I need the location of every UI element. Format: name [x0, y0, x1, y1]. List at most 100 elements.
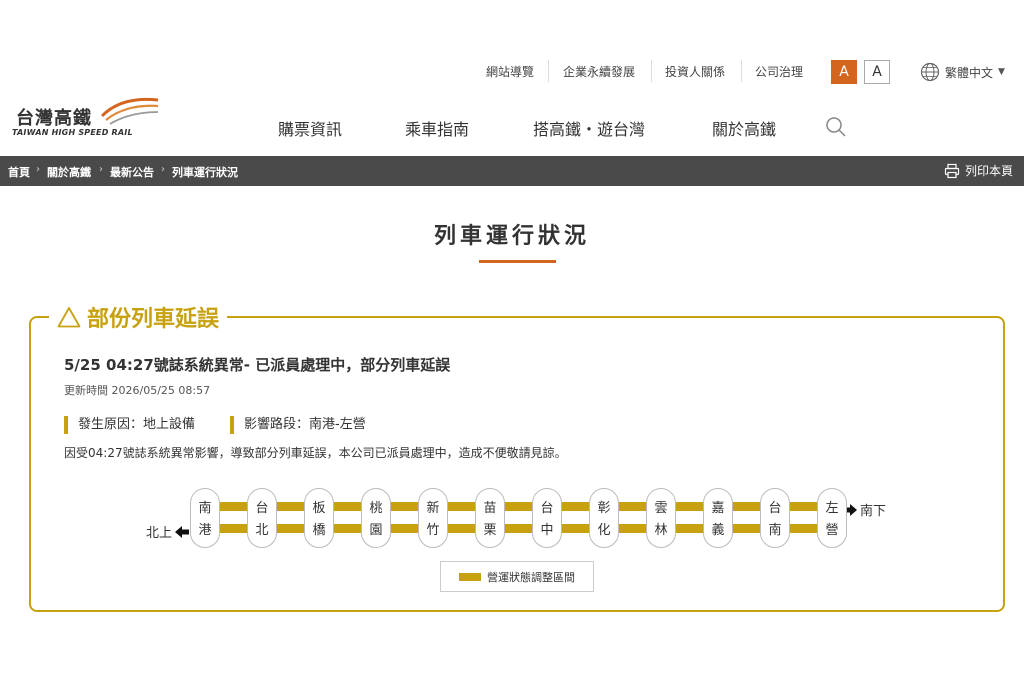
route-segment-bar — [391, 502, 418, 511]
chevron-down-icon: ▼ — [998, 67, 1005, 77]
route-segment-bar — [334, 524, 361, 533]
station-1: 台北 — [247, 488, 277, 548]
notice-title: 5/25 04:27號誌系統異常- 已派員處理中，部分列車延誤 — [64, 356, 451, 374]
sustainability-link[interactable]: 企業永續發展 — [563, 63, 635, 80]
font-size-large-button[interactable]: A — [831, 60, 857, 84]
legend-swatch — [459, 572, 481, 581]
breadcrumb-news[interactable]: 最新公告 — [110, 164, 154, 180]
nav-ticket-info[interactable]: 購票資訊 — [278, 116, 342, 140]
route-segment-bar — [448, 524, 475, 533]
route-segment-bar — [562, 524, 589, 533]
route-segment-bar — [790, 502, 817, 511]
nav-travel-guide[interactable]: 乘車指南 — [405, 116, 469, 140]
station-2: 板橋 — [304, 488, 334, 548]
station-name-char: 板 — [312, 501, 326, 516]
station-name-char: 園 — [369, 523, 383, 538]
station-name-char: 林 — [654, 523, 668, 538]
station-10: 台南 — [760, 488, 790, 548]
route-segment-bar — [733, 502, 760, 511]
station-name-char: 義 — [711, 523, 725, 538]
divider — [548, 60, 549, 82]
station-name-char: 桃 — [369, 501, 383, 516]
title-underline — [479, 260, 556, 263]
divider — [651, 60, 652, 82]
corporate-governance-link[interactable]: 公司治理 — [755, 63, 803, 80]
station-name-char: 雲 — [654, 501, 668, 516]
station-name-char: 化 — [597, 523, 611, 538]
breadcrumb-separator-icon: › — [36, 164, 40, 175]
route-legend: 營運狀態調整區間 — [440, 561, 594, 592]
route-segment-bar — [676, 502, 703, 511]
route-segment-bar — [277, 524, 304, 533]
station-name-char: 中 — [540, 523, 554, 538]
globe-icon — [920, 62, 940, 82]
station-name-char: 港 — [198, 523, 212, 538]
breadcrumb-about[interactable]: 關於高鐵 — [47, 164, 91, 180]
station-name-char: 台 — [255, 501, 269, 516]
investor-relations-link[interactable]: 投資人關係 — [665, 63, 725, 80]
station-11: 左營 — [817, 488, 847, 548]
station-name-char: 南 — [198, 501, 212, 516]
site-map-link[interactable]: 網站導覽 — [486, 63, 534, 80]
station-name-char: 彰 — [597, 501, 611, 516]
print-button[interactable]: 列印本頁 — [944, 162, 1013, 179]
alert-heading-text: 部份列車延誤 — [87, 307, 220, 332]
updated-time: 更新時間 2026/05/25 08:57 — [64, 384, 211, 397]
southbound-label: 南下 — [843, 500, 886, 519]
legend-label: 營運狀態調整區間 — [487, 570, 575, 584]
logo-chinese-text: 台灣高鐵 — [16, 108, 92, 129]
thsr-logo[interactable]: 台灣高鐵 TAIWAN HIGH SPEED RAIL — [12, 94, 172, 140]
warning-icon — [57, 307, 81, 328]
breadcrumb-current: 列車運行狀況 — [172, 166, 238, 179]
logo-wave-icon — [100, 97, 159, 125]
station-name-char: 新 — [426, 501, 440, 516]
utility-nav: 網站導覽 企業永續發展 投資人關係 公司治理 A A 繁體中文 ▼ — [0, 57, 1024, 87]
station-name-char: 南 — [768, 523, 782, 538]
notice-description: 因受04:27號誌系統異常影響，導致部分列車延誤，本公司已派員處理中，造成不便敬… — [64, 446, 567, 460]
route-segment-bar — [619, 502, 646, 511]
station-8: 雲林 — [646, 488, 676, 548]
route-segment-bar — [334, 502, 361, 511]
station-name-char: 嘉 — [711, 501, 725, 516]
station-4: 新竹 — [418, 488, 448, 548]
station-0: 南港 — [190, 488, 220, 548]
language-label: 繁體中文 — [945, 65, 994, 80]
northbound-label: 北上 — [146, 522, 190, 541]
printer-icon — [944, 163, 960, 178]
station-9: 嘉義 — [703, 488, 733, 548]
route-segment-bar — [277, 502, 304, 511]
route-segment-bar — [220, 502, 247, 511]
route-segment-bar — [505, 502, 532, 511]
divider — [741, 60, 742, 82]
route-diagram: 北上 南下 南港台北板橋桃園新竹苗栗台中彰化雲林嘉義台南左營 — [140, 484, 900, 554]
logo-english-text: TAIWAN HIGH SPEED RAIL — [12, 128, 133, 137]
page-title: 列車運行狀況 — [433, 224, 590, 249]
route-segment-bar — [619, 524, 646, 533]
route-segment-bar — [220, 524, 247, 533]
station-name-char: 左 — [825, 501, 839, 516]
route-segment-bar — [676, 524, 703, 533]
station-name-char: 營 — [825, 523, 839, 538]
station-5: 苗栗 — [475, 488, 505, 548]
station-name-char: 北 — [255, 523, 269, 538]
route-segment-bar — [562, 502, 589, 511]
station-name-char: 竹 — [426, 523, 440, 538]
nav-travel-taiwan[interactable]: 搭高鐵・遊台灣 — [533, 116, 645, 140]
route-segment-bar — [505, 524, 532, 533]
station-name-char: 台 — [768, 501, 782, 516]
affected-section-tag: 影響路段：南港-左營 — [230, 416, 366, 434]
route-segment-bar — [790, 524, 817, 533]
breadcrumb-home[interactable]: 首頁 — [8, 164, 30, 180]
breadcrumb-separator-icon: › — [161, 164, 165, 175]
station-6: 台中 — [532, 488, 562, 548]
nav-about-thsr[interactable]: 關於高鐵 — [712, 116, 776, 140]
station-name-char: 台 — [540, 501, 554, 516]
station-name-char: 苗 — [483, 501, 497, 516]
station-name-char: 栗 — [483, 523, 497, 538]
language-selector[interactable]: 繁體中文 ▼ — [920, 59, 1005, 85]
arrow-left-icon — [175, 525, 190, 538]
breadcrumb: 首頁 › 關於高鐵 › 最新公告 › 列車運行狀況 列印本頁 — [0, 156, 1024, 186]
station-3: 桃園 — [361, 488, 391, 548]
font-size-normal-button[interactable]: A — [864, 60, 890, 84]
search-icon[interactable] — [825, 116, 847, 138]
